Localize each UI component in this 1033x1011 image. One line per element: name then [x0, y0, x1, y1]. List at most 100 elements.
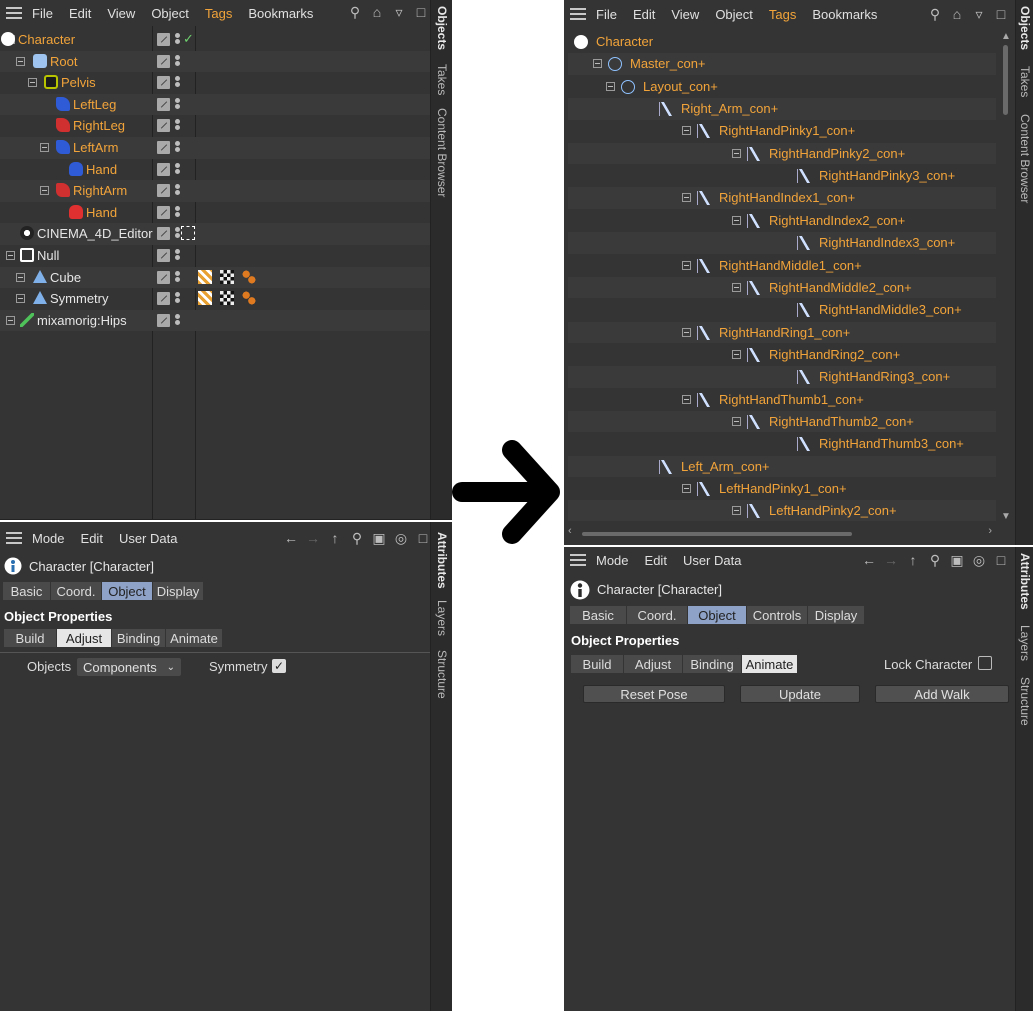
subtab-animate[interactable]: Animate: [742, 655, 797, 673]
expand-toggle-icon[interactable]: [682, 327, 691, 337]
back-arrow-icon[interactable]: ←: [282, 529, 300, 547]
tree-row[interactable]: RightHandThumb3_con+: [568, 433, 996, 455]
render-dots-icon[interactable]: [175, 54, 180, 60]
tree-row[interactable]: LeftHandPinky2_con+: [568, 500, 996, 521]
menu-hamburger-icon[interactable]: [6, 532, 22, 544]
new-window-icon[interactable]: □: [412, 3, 430, 21]
menu-edit[interactable]: Edit: [645, 553, 667, 568]
visibility-toggle[interactable]: [157, 205, 170, 219]
scroll-left-icon[interactable]: ‹: [568, 525, 572, 537]
subtab-build[interactable]: Build: [4, 629, 56, 647]
forward-arrow-icon[interactable]: →: [304, 529, 322, 547]
tree-row[interactable]: Pelvis: [0, 72, 430, 94]
new-window-icon[interactable]: □: [992, 5, 1010, 23]
search-icon[interactable]: ⚲: [348, 529, 366, 547]
tree-row[interactable]: RightHandPinky1_con+: [568, 120, 996, 142]
tree-row[interactable]: Null: [0, 245, 430, 267]
render-dots-icon[interactable]: [175, 76, 180, 82]
tree-row[interactable]: Symmetry: [0, 288, 430, 310]
symmetry-checkbox[interactable]: ✓: [272, 659, 286, 673]
new-window-icon[interactable]: □: [992, 551, 1010, 569]
tree-row[interactable]: RightHandIndex3_con+: [568, 232, 996, 254]
tree-row[interactable]: Root: [0, 50, 430, 73]
expand-toggle-icon[interactable]: [593, 59, 602, 69]
tree-row[interactable]: Hand: [0, 202, 430, 224]
tree-row[interactable]: RightHandMiddle1_con+: [568, 255, 996, 277]
home-icon[interactable]: ⌂: [368, 3, 386, 21]
vertical-scrollbar[interactable]: ▲ ▼: [998, 31, 1014, 523]
tag-icon[interactable]: [181, 226, 195, 241]
menu-edit[interactable]: Edit: [69, 6, 91, 21]
tab-layers[interactable]: Layers: [435, 600, 449, 636]
menu-user-data[interactable]: User Data: [683, 553, 742, 568]
menu-bookmarks[interactable]: Bookmarks: [248, 6, 313, 21]
menu-file[interactable]: File: [596, 7, 617, 22]
expand-toggle-icon[interactable]: [28, 78, 37, 88]
up-arrow-icon[interactable]: ↑: [904, 551, 922, 569]
tab-object[interactable]: Object: [688, 606, 746, 624]
expand-toggle-icon[interactable]: [682, 193, 691, 203]
expand-toggle-icon[interactable]: [682, 260, 691, 270]
forward-arrow-icon[interactable]: →: [882, 551, 900, 569]
render-dots-icon[interactable]: [175, 249, 180, 254]
visibility-toggle[interactable]: [157, 162, 170, 176]
lock-icon[interactable]: ▣: [370, 529, 388, 547]
filter-icon[interactable]: ▿: [390, 3, 408, 21]
tab-display[interactable]: Display: [808, 606, 864, 624]
tree-row[interactable]: RightHandRing3_con+: [568, 366, 996, 388]
render-dots-icon[interactable]: [175, 141, 180, 146]
subtab-binding[interactable]: Binding: [683, 655, 741, 673]
home-icon[interactable]: ⌂: [948, 5, 966, 23]
search-icon[interactable]: ⚲: [926, 5, 944, 23]
expand-toggle-icon[interactable]: [732, 215, 741, 225]
tree-row[interactable]: Master_con+: [568, 53, 996, 75]
tree-row[interactable]: LeftHandPinky1_con+: [568, 478, 996, 500]
tab-coord[interactable]: Coord.: [627, 606, 687, 624]
flag-tag-icon[interactable]: [198, 291, 212, 306]
expand-toggle-icon[interactable]: [732, 416, 741, 426]
tab-layers[interactable]: Layers: [1018, 625, 1032, 661]
expand-toggle-icon[interactable]: [6, 315, 15, 325]
visibility-toggle[interactable]: [157, 33, 170, 46]
expand-toggle-icon[interactable]: [16, 56, 25, 66]
menu-file[interactable]: File: [32, 6, 53, 21]
expand-toggle-icon[interactable]: [732, 282, 741, 292]
scrollbar-thumb-h[interactable]: [582, 532, 852, 536]
tree-row[interactable]: Character ✓: [0, 29, 430, 51]
tab-display[interactable]: Display: [153, 582, 203, 600]
tree-row[interactable]: LeftLeg: [0, 93, 430, 116]
visibility-toggle[interactable]: [157, 292, 170, 306]
visibility-toggle[interactable]: [157, 54, 170, 68]
scroll-right-icon[interactable]: ›: [988, 525, 992, 537]
checker-tag-icon[interactable]: [220, 269, 234, 284]
menu-tags[interactable]: Tags: [205, 6, 232, 21]
menu-object[interactable]: Object: [715, 7, 753, 22]
tree-row[interactable]: Character: [568, 31, 996, 53]
up-arrow-icon[interactable]: ↑: [326, 529, 344, 547]
tree-row[interactable]: CINEMA_4D_Editor: [0, 223, 430, 245]
scroll-up-icon[interactable]: ▲: [1001, 31, 1011, 42]
tab-basic[interactable]: Basic: [570, 606, 626, 624]
expand-toggle-icon[interactable]: [682, 126, 691, 136]
tab-takes[interactable]: Takes: [435, 64, 449, 95]
tree-row[interactable]: RightHandThumb2_con+: [568, 410, 996, 433]
expand-toggle-icon[interactable]: [40, 143, 49, 152]
menu-edit[interactable]: Edit: [81, 531, 103, 546]
target-icon[interactable]: ◎: [970, 551, 988, 569]
expand-toggle-icon[interactable]: [6, 251, 15, 260]
tree-row[interactable]: Hand: [0, 159, 430, 181]
horizontal-scrollbar[interactable]: ‹ ›: [568, 525, 996, 541]
expand-toggle-icon[interactable]: [606, 81, 615, 91]
tree-row[interactable]: LeftArm: [0, 137, 430, 159]
tab-attributes[interactable]: Attributes: [435, 532, 449, 589]
update-button[interactable]: Update: [740, 685, 860, 703]
visibility-toggle[interactable]: [157, 97, 170, 111]
expand-toggle-icon[interactable]: [682, 484, 691, 493]
tree-row[interactable]: Right_Arm_con+: [568, 98, 996, 120]
tab-coord[interactable]: Coord.: [51, 582, 101, 600]
scroll-down-icon[interactable]: ▼: [1001, 511, 1011, 522]
tab-controls[interactable]: Controls: [747, 606, 807, 624]
menu-object[interactable]: Object: [151, 6, 189, 21]
tab-objects[interactable]: Objects: [435, 6, 449, 50]
render-dots-icon[interactable]: [175, 33, 180, 38]
